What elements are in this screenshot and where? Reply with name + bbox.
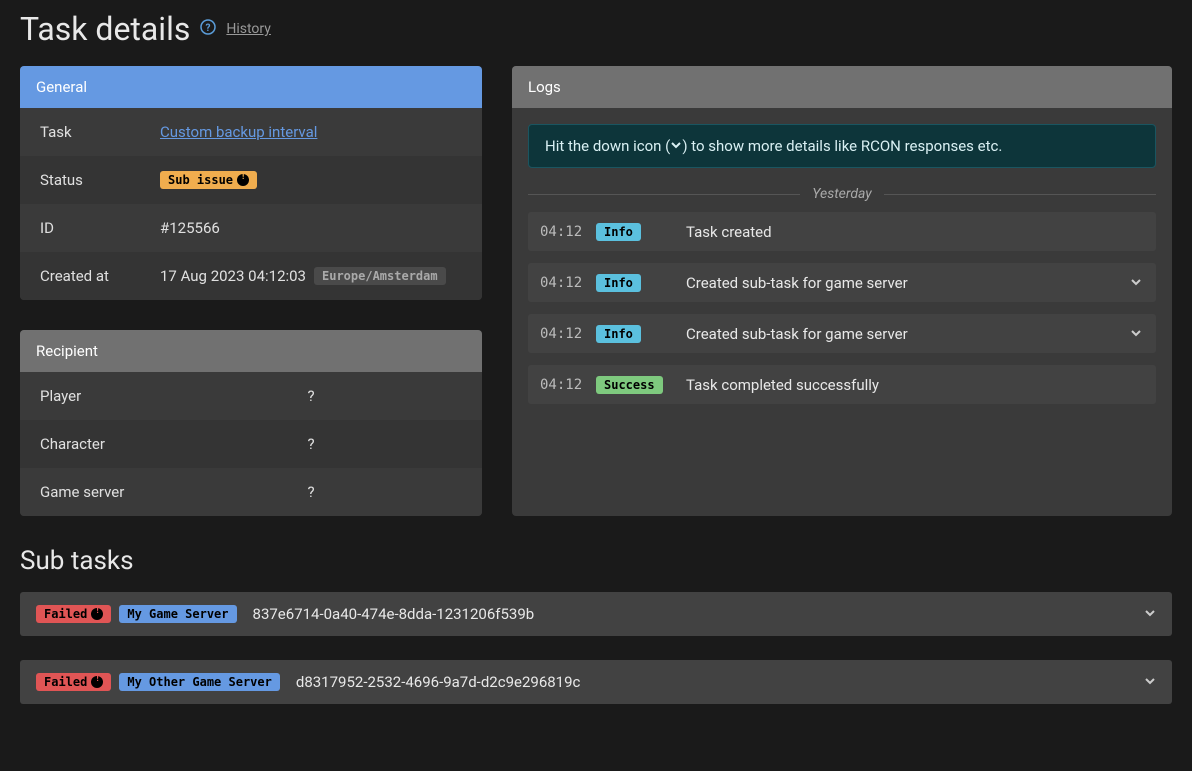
general-panel: General Task Custom backup interval Stat…	[20, 66, 482, 300]
expand-log-icon[interactable]	[1128, 325, 1144, 343]
log-time: 04:12	[540, 326, 582, 342]
log-level-col: Info	[596, 222, 672, 241]
log-time: 04:12	[540, 377, 582, 393]
character-label: Character	[40, 435, 160, 453]
expand-log-icon[interactable]	[1128, 274, 1144, 292]
subtask-status-badge: Failed	[36, 605, 111, 623]
player-row: Player ?	[20, 372, 482, 420]
log-level-col: Success	[596, 375, 672, 394]
log-row: 04:12 Info Task created	[528, 212, 1156, 251]
status-row: Status Sub issue	[20, 156, 482, 204]
logs-hint-suffix: ) to show more details like RCON respons…	[682, 137, 1002, 155]
log-message: Created sub-task for game server	[686, 274, 1114, 292]
general-panel-header: General	[20, 66, 482, 108]
svg-text:?: ?	[206, 23, 211, 34]
gameserver-label: Game server	[40, 483, 160, 501]
error-icon	[91, 676, 103, 688]
created-value: 17 Aug 2023 04:12:03	[160, 267, 306, 285]
log-row[interactable]: 04:12 Info Created sub-task for game serve…	[528, 263, 1156, 302]
id-label: ID	[40, 219, 160, 237]
created-row: Created at 17 Aug 2023 04:12:03 Europe/A…	[20, 252, 482, 300]
help-icon[interactable]: ?	[200, 19, 216, 39]
expand-subtask-icon[interactable]	[1144, 605, 1156, 623]
task-label: Task	[40, 123, 160, 141]
log-row[interactable]: 04:12 Info Created sub-task for game serve…	[528, 314, 1156, 353]
page-title: Task details	[20, 10, 190, 48]
page-header: Task details ? History	[20, 0, 1172, 66]
recipient-panel: Recipient Player ? Character ? Game serv…	[20, 330, 482, 516]
logs-hint-prefix: Hit the down icon (	[545, 137, 670, 155]
subtask-row[interactable]: Failed My Game Server 837e6714-0a40-474e-…	[20, 592, 1172, 636]
subtasks-heading: Sub tasks	[20, 546, 1172, 576]
status-badge-text: Sub issue	[168, 173, 233, 187]
status-badge: Sub issue	[160, 171, 257, 189]
log-date-text: Yesterday	[812, 186, 871, 202]
gameserver-row: Game server ?	[20, 468, 482, 516]
error-icon	[91, 608, 103, 620]
log-date-separator: Yesterday	[528, 186, 1156, 202]
log-time: 04:12	[540, 275, 582, 291]
subtask-server-badge: My Game Server	[119, 605, 236, 623]
timezone-badge: Europe/Amsterdam	[314, 267, 446, 285]
history-link[interactable]: History	[226, 21, 271, 37]
subtask-row[interactable]: Failed My Other Game Server d8317952-2532…	[20, 660, 1172, 704]
log-level-badge: Info	[596, 274, 641, 292]
player-value: ?	[160, 387, 462, 405]
id-row: ID #125566	[20, 204, 482, 252]
status-label: Status	[40, 171, 160, 189]
chevron-down-icon	[670, 139, 682, 151]
subtask-id: 837e6714-0a40-474e-8dda-1231206f539b	[253, 605, 1136, 623]
log-time: 04:12	[540, 224, 582, 240]
character-row: Character ?	[20, 420, 482, 468]
warning-icon	[237, 174, 249, 186]
log-level-col: Info	[596, 324, 672, 343]
log-message: Task created	[686, 223, 1144, 241]
created-label: Created at	[40, 267, 160, 285]
logs-hint: Hit the down icon ( ) to show more detail…	[528, 124, 1156, 168]
gameserver-value: ?	[160, 483, 462, 501]
log-level-badge: Info	[596, 223, 641, 241]
expand-subtask-icon[interactable]	[1144, 673, 1156, 691]
log-level-badge: Success	[596, 376, 663, 394]
character-value: ?	[160, 435, 462, 453]
recipient-panel-header: Recipient	[20, 330, 482, 372]
subtask-id: d8317952-2532-4696-9a7d-d2c9e296819c	[296, 673, 1136, 691]
task-row: Task Custom backup interval	[20, 108, 482, 156]
log-message: Task completed successfully	[686, 376, 1144, 394]
subtask-server-badge: My Other Game Server	[119, 673, 280, 691]
logs-panel-header: Logs	[512, 66, 1172, 108]
log-row: 04:12 Success Task completed successfully	[528, 365, 1156, 404]
log-level-badge: Info	[596, 325, 641, 343]
logs-panel: Logs Hit the down icon ( ) to show more d…	[512, 66, 1172, 516]
log-level-col: Info	[596, 273, 672, 292]
id-value: #125566	[160, 219, 462, 237]
subtask-status-badge: Failed	[36, 673, 111, 691]
task-link[interactable]: Custom backup interval	[160, 123, 317, 141]
log-message: Created sub-task for game server	[686, 325, 1114, 343]
player-label: Player	[40, 387, 160, 405]
